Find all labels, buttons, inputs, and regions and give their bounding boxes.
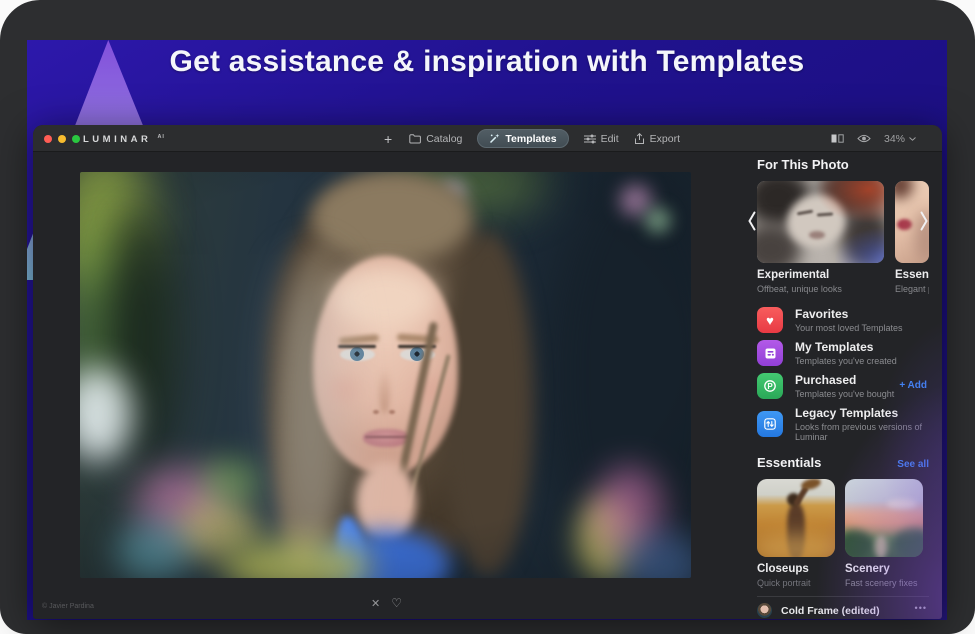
screenshot-root: Get assistance & inspiration with Templa… bbox=[0, 0, 975, 634]
card-subtitle: Offbeat, unique looks bbox=[757, 284, 884, 294]
card-subtitle: Fast scenery fixes bbox=[845, 578, 923, 588]
collection-favorites[interactable]: ♥ Favorites Your most loved Templates bbox=[757, 307, 929, 333]
for-this-photo-title: For This Photo bbox=[757, 157, 929, 172]
current-template-row: Cold Frame (edited) ••• bbox=[757, 603, 929, 618]
sliders-icon bbox=[584, 134, 596, 144]
current-template-name: Cold Frame (edited) bbox=[781, 605, 880, 617]
template-document-icon bbox=[757, 340, 783, 366]
titlebar: LUMINAR AI + Catalog Templates Edit bbox=[33, 125, 942, 152]
card-title: Closeups bbox=[757, 563, 835, 575]
carousel-next-icon[interactable] bbox=[920, 211, 928, 231]
app-logo: LUMINAR AI bbox=[83, 134, 165, 145]
main-toolbar: + Catalog Templates Edit bbox=[384, 125, 680, 152]
photo-canvas[interactable] bbox=[80, 172, 691, 578]
carousel-prev-icon[interactable] bbox=[748, 211, 756, 231]
experimental-thumbnail bbox=[757, 181, 884, 263]
chevron-down-icon bbox=[909, 137, 916, 141]
current-template-avatar bbox=[757, 603, 772, 618]
banner-title: Get assistance & inspiration with Templa… bbox=[27, 45, 947, 79]
essentials-cards bbox=[757, 479, 929, 557]
scenery-thumbnail bbox=[845, 479, 923, 557]
favorite-photo-icon[interactable]: ♡ bbox=[391, 596, 402, 610]
add-purchased-button[interactable]: + Add bbox=[899, 380, 927, 391]
compare-before-after-icon[interactable] bbox=[831, 134, 844, 143]
essentials-card-closeups[interactable] bbox=[757, 479, 835, 557]
photo-credit: © Javier Pardina bbox=[42, 603, 94, 610]
fullscreen-window-button[interactable] bbox=[72, 135, 80, 143]
magic-wand-icon bbox=[489, 133, 500, 144]
canvas-actions: ✕ ♡ bbox=[371, 596, 402, 610]
templates-sidebar: For This Photo bbox=[727, 152, 942, 619]
view-controls: 34% bbox=[831, 125, 916, 152]
collections-list: ♥ Favorites Your most loved Templates My… bbox=[757, 307, 929, 442]
collection-purchased[interactable]: P Purchased Templates you've bought + Ad… bbox=[757, 373, 929, 399]
catalog-tab[interactable]: Catalog bbox=[409, 133, 462, 145]
minimize-window-button[interactable] bbox=[58, 135, 66, 143]
luminar-app-window: LUMINAR AI + Catalog Templates Edit bbox=[33, 125, 942, 619]
price-tag-icon: P bbox=[757, 373, 783, 399]
more-options-icon[interactable]: ••• bbox=[915, 603, 927, 613]
close-window-button[interactable] bbox=[44, 135, 52, 143]
template-card-experimental[interactable] bbox=[757, 181, 884, 263]
up-down-arrows-icon bbox=[757, 411, 783, 437]
zoom-level-dropdown[interactable]: 34% bbox=[884, 133, 916, 145]
collection-legacy-templates[interactable]: Legacy Templates Looks from previous ver… bbox=[757, 406, 929, 442]
traffic-lights bbox=[44, 135, 80, 143]
edit-tab[interactable]: Edit bbox=[584, 133, 619, 145]
card-title: Essence bbox=[895, 269, 929, 281]
add-photos-button[interactable]: + bbox=[384, 131, 392, 147]
see-all-link[interactable]: See all bbox=[897, 459, 929, 470]
carousel-captions: Experimental Offbeat, unique looks Essen… bbox=[757, 269, 929, 294]
templates-tab[interactable]: Templates bbox=[477, 129, 568, 148]
essentials-captions: Closeups Quick portrait Scenery Fast sce… bbox=[757, 563, 929, 588]
svg-text:P: P bbox=[767, 382, 773, 391]
essentials-card-scenery[interactable] bbox=[845, 479, 923, 557]
folder-icon bbox=[409, 134, 421, 144]
sidebar-divider bbox=[757, 596, 929, 597]
card-title: Scenery bbox=[845, 563, 923, 575]
eye-preview-icon[interactable] bbox=[857, 134, 871, 143]
collection-my-templates[interactable]: My Templates Templates you've created bbox=[757, 340, 929, 366]
card-title: Experimental bbox=[757, 269, 884, 281]
essentials-title: Essentials bbox=[757, 455, 821, 470]
reject-photo-icon[interactable]: ✕ bbox=[371, 597, 380, 610]
card-subtitle: Elegant portraits bbox=[895, 284, 929, 294]
heart-icon: ♥ bbox=[757, 307, 783, 333]
export-icon bbox=[634, 133, 645, 145]
closeups-thumbnail bbox=[757, 479, 835, 557]
suggestions-carousel bbox=[757, 181, 929, 263]
essentials-header: Essentials See all bbox=[757, 455, 929, 470]
card-subtitle: Quick portrait bbox=[757, 578, 835, 588]
device-frame: Get assistance & inspiration with Templa… bbox=[0, 0, 975, 634]
export-tab[interactable]: Export bbox=[634, 133, 680, 145]
